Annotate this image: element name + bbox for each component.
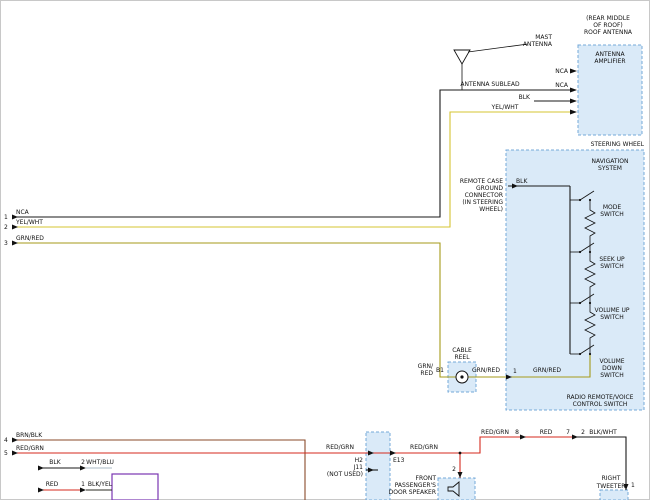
wire-label-blk: BLK <box>516 178 528 185</box>
mode-switch-label: SWITCH <box>600 211 624 218</box>
wire-label-nca: NCA <box>16 209 30 216</box>
navigation-system-label: SYSTEM <box>598 165 622 172</box>
wire-label-red-grn: RED/GRN <box>410 444 438 451</box>
roof-antenna-location-label: (REAR MIDDLE <box>586 15 630 22</box>
wiring-diagram: (REAR MIDDLE OF ROOF) ROOF ANTENNA ANTEN… <box>0 0 650 500</box>
seek-up-switch-label: SEEK UP <box>599 256 625 263</box>
mode-switch-label: MODE <box>603 204 622 211</box>
amplifier-pin-nca: NCA <box>555 82 569 89</box>
harness-pin-number: 4 <box>4 437 8 444</box>
steering-wheel-box <box>506 150 644 410</box>
steering-wheel-title: STEERING WHEEL <box>591 141 645 148</box>
wire-label-wht-blu: WHT/BLU <box>86 459 114 466</box>
radio-remote-caption: RADIO REMOTE/VOICE <box>567 394 634 401</box>
steering-pin-1: 1 <box>513 368 517 375</box>
connector-pin-h2: H2 <box>355 457 364 464</box>
remote-case-ground-label: (IN STEERING <box>462 199 503 206</box>
door-speaker-label: DOOR SPEAKER <box>389 489 436 496</box>
wire-label-red-grn: RED/GRN <box>481 429 509 436</box>
wire-label-grn-red: GRN/RED <box>472 367 500 374</box>
cable-reel-label: REEL <box>454 354 470 361</box>
volume-down-switch-label: VOLUME <box>599 358 624 365</box>
tweeter-box <box>600 490 628 500</box>
right-tweeter-label: RIGHT <box>602 475 621 482</box>
wire-label-blk: BLK <box>49 459 61 466</box>
connector-pin-j11: J11 <box>353 464 364 471</box>
wire-label-grn-red: GRN/RED <box>533 367 561 374</box>
speaker-pin-number: 2 <box>452 466 456 473</box>
door-speaker-box <box>438 478 475 500</box>
pin-number-1: 1 <box>81 481 85 488</box>
connector-pin-2: 2 <box>581 429 585 436</box>
roof-antenna-label: ROOF ANTENNA <box>584 29 633 36</box>
cable-reel-label: CABLE <box>452 347 472 354</box>
wire-label-blk-yel: BLK/YEL <box>88 481 113 488</box>
tweeter-pin-number: 1 <box>631 482 635 489</box>
antenna-sublead-label: ANTENNA SUBLEAD <box>460 81 520 88</box>
amplifier-pin-blk: BLK <box>519 94 531 101</box>
connector-pin-7: 7 <box>566 429 570 436</box>
remote-case-ground-label: WHEEL) <box>479 206 503 213</box>
seek-up-switch-label: SWITCH <box>600 263 624 270</box>
wire-label-red: RED <box>46 481 59 488</box>
antenna-amplifier-label: AMPLIFIER <box>594 58 625 65</box>
right-tweeter-label: TWEETER <box>596 483 626 490</box>
volume-up-switch-label: VOLUME UP <box>594 307 629 314</box>
volume-down-switch-label: SWITCH <box>600 372 624 379</box>
wire-label-yel-wht: YEL/WHT <box>491 104 519 111</box>
cable-reel-pin-b1: B1 <box>436 367 444 374</box>
harness-pin-number: 3 <box>4 240 8 247</box>
radio-remote-caption: CONTROL SWITCH <box>573 401 628 408</box>
floor-connector-box <box>366 432 390 500</box>
remote-case-ground-label: GROUND <box>476 185 503 192</box>
connector-pin-8: 8 <box>515 429 519 436</box>
harness-pin-number: 5 <box>4 450 8 457</box>
wire-label-red-grn: RED/GRN <box>326 444 354 451</box>
antenna-amplifier-label: ANTENNA <box>595 51 625 58</box>
door-speaker-label: FRONT <box>416 475 437 482</box>
wire-label-red: RED <box>540 429 553 436</box>
amplifier-pin-nca: NCA <box>555 68 569 75</box>
mast-antenna-label: ANTENNA <box>523 41 553 48</box>
navigation-system-label: NAVIGATION <box>591 158 628 165</box>
remote-case-ground-label: REMOTE CASE <box>460 178 503 185</box>
connector-pin-e13: E13 <box>393 457 405 464</box>
roof-antenna-location-label: OF ROOF) <box>593 22 623 29</box>
wire-label-yel-wht: YEL/WHT <box>15 219 43 226</box>
harness-pin-number: 1 <box>4 214 8 221</box>
wire-label-red-grn: RED/GRN <box>16 445 44 452</box>
junction-dot <box>459 452 462 455</box>
pin-number-2: 2 <box>81 459 85 466</box>
volume-up-switch-label: SWITCH <box>600 314 624 321</box>
volume-down-switch-label: DOWN <box>602 365 622 372</box>
bottom-left-component-box <box>112 474 158 500</box>
cable-reel-icon <box>456 371 468 383</box>
connector-pin-j11-note: (NOT USED) <box>327 471 363 478</box>
mast-antenna-label: MAST <box>535 34 552 41</box>
wire-label-brn-blk: BRN/BLK <box>16 432 43 439</box>
wire-label-grn-red: RED <box>420 370 433 377</box>
door-speaker-label: PASSENGER'S <box>395 482 436 489</box>
remote-case-ground-label: CONNECTOR <box>465 192 503 199</box>
harness-pin-number: 2 <box>4 224 8 231</box>
wire-label-blk-wht: BLK/WHT <box>589 429 617 436</box>
wire-label-grn-red: GRN/ <box>418 363 434 370</box>
wire-label-grn-red: GRN/RED <box>16 235 44 242</box>
wiring-diagram-canvas: (REAR MIDDLE OF ROOF) ROOF ANTENNA ANTEN… <box>0 0 650 500</box>
cable-reel-center <box>460 375 463 378</box>
